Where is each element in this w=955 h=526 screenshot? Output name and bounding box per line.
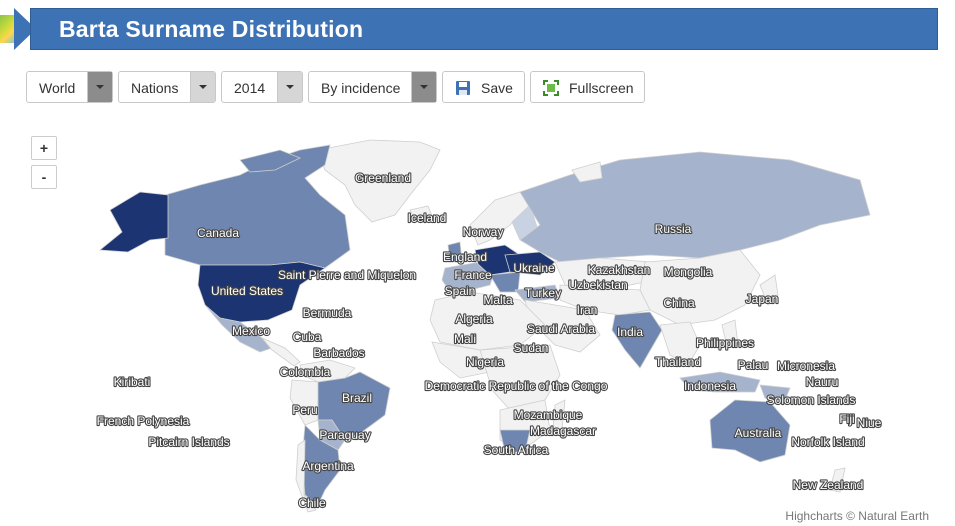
label-nauru: Nauru — [806, 375, 839, 389]
label-niue: Niue — [857, 416, 882, 430]
label-micronesia: Micronesia — [777, 359, 835, 373]
mode-select-value: By incidence — [321, 80, 401, 96]
region-select-value: World — [39, 80, 76, 96]
label-australia: Australia — [735, 426, 782, 440]
chevron-down-icon[interactable] — [411, 72, 436, 102]
world-choropleth-map[interactable]: Greenland Iceland Norway Russia Canada E… — [0, 120, 955, 526]
label-mozambique: Mozambique — [514, 408, 583, 422]
label-norway: Norway — [463, 225, 504, 239]
label-palau: Palau — [738, 358, 769, 372]
label-iceland: Iceland — [408, 211, 447, 225]
label-french-polynesia: French Polynesia — [97, 414, 190, 428]
label-philippines: Philippines — [696, 336, 754, 350]
fullscreen-button[interactable]: Fullscreen — [530, 71, 645, 103]
label-bermuda: Bermuda — [303, 306, 352, 320]
fullscreen-icon — [543, 80, 559, 96]
label-drc: Democratic Republic of the Congo — [425, 379, 608, 393]
save-icon — [456, 81, 470, 95]
label-argentina: Argentina — [302, 459, 354, 473]
region-select[interactable]: World — [26, 71, 113, 103]
fullscreen-button-label: Fullscreen — [569, 80, 634, 96]
label-russia: Russia — [655, 222, 692, 236]
region-mongolia-china — [639, 249, 761, 326]
label-mali: Mali — [454, 332, 476, 346]
label-canada: Canada — [197, 226, 239, 240]
label-england: England — [443, 250, 487, 264]
label-fiji: Fiji — [839, 412, 854, 426]
label-peru: Peru — [292, 403, 317, 417]
map-credit[interactable]: Highcharts © Natural Earth — [785, 509, 929, 523]
save-button[interactable]: Save — [442, 71, 525, 103]
label-thailand: Thailand — [655, 355, 701, 369]
chevron-down-icon[interactable] — [87, 72, 112, 102]
chevron-down-icon[interactable] — [277, 72, 302, 102]
page-header: Barta Surname Distribution — [0, 8, 940, 50]
label-greenland: Greenland — [355, 171, 411, 185]
year-select[interactable]: 2014 — [221, 71, 303, 103]
year-select-value: 2014 — [234, 80, 266, 96]
label-cuba: Cuba — [293, 330, 322, 344]
label-china: China — [663, 296, 695, 310]
label-nigeria: Nigeria — [466, 355, 504, 369]
label-norfolk-island: Norfolk Island — [791, 435, 864, 449]
label-japan: Japan — [746, 292, 779, 306]
mode-select[interactable]: By incidence — [308, 71, 437, 103]
label-united-states: United States — [211, 284, 283, 298]
label-algeria: Algeria — [455, 312, 493, 326]
label-saudi-arabia: Saudi Arabia — [527, 322, 595, 336]
level-select[interactable]: Nations — [118, 71, 216, 103]
label-saint-pierre: Saint Pierre and Miquelon — [278, 268, 416, 282]
level-select-value: Nations — [131, 80, 179, 96]
label-malta: Malta — [483, 293, 513, 307]
label-madagascar: Madagascar — [530, 424, 596, 438]
label-pitcairn-islands: Pitcairn Islands — [148, 435, 229, 449]
region-russia — [519, 151, 871, 263]
label-france: France — [454, 268, 492, 282]
region-balkans — [489, 271, 521, 293]
label-chile: Chile — [298, 496, 326, 510]
label-indonesia: Indonesia — [684, 379, 736, 393]
label-new-zealand: New Zealand — [793, 478, 864, 492]
label-brazil: Brazil — [342, 391, 372, 405]
label-uzbekistan: Uzbekistan — [568, 278, 627, 292]
label-sudan: Sudan — [514, 341, 549, 355]
label-south-africa: South Africa — [484, 443, 549, 457]
save-button-label: Save — [481, 80, 513, 96]
label-solomon-islands: Solomon Islands — [767, 393, 856, 407]
label-spain: Spain — [445, 284, 476, 298]
label-barbados: Barbados — [313, 346, 364, 360]
label-kazakhstan: Kazakhstan — [588, 263, 651, 277]
page-title: Barta Surname Distribution — [59, 16, 364, 42]
chevron-down-icon[interactable] — [190, 72, 215, 102]
label-colombia: Colombia — [280, 365, 331, 379]
label-mexico: Mexico — [232, 324, 270, 338]
label-turkey: Turkey — [525, 286, 561, 300]
label-ukraine: Ukraine — [513, 261, 555, 275]
region-alaska — [98, 191, 169, 253]
label-paraguay: Paraguay — [319, 428, 370, 442]
label-iran: Iran — [577, 303, 598, 317]
label-india: India — [617, 325, 643, 339]
label-mongolia: Mongolia — [664, 265, 713, 279]
label-kiribati: Kiribati — [114, 375, 151, 389]
